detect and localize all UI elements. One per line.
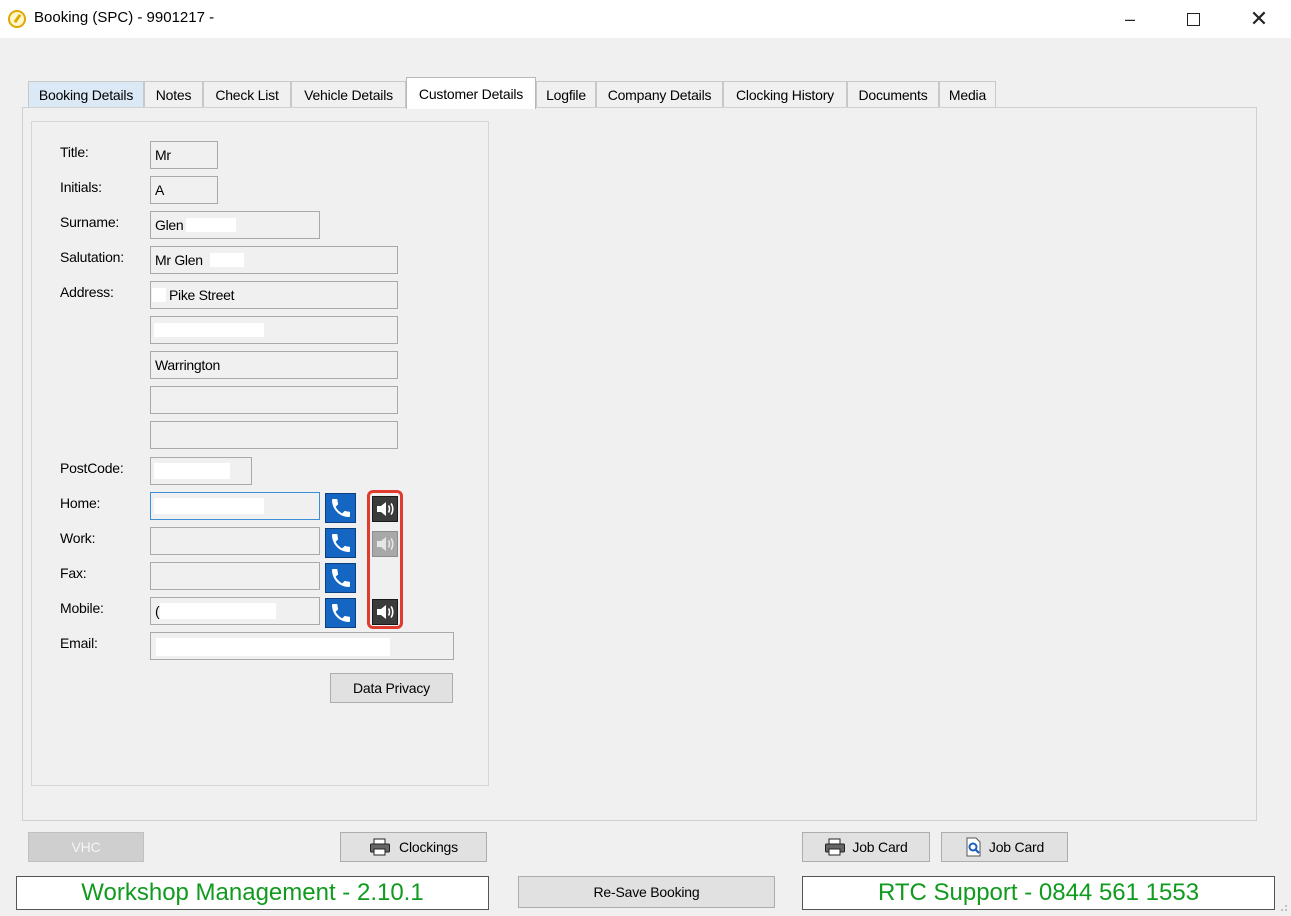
highlight-annotation [367,490,403,629]
postcode-label: PostCode: [60,460,124,476]
close-icon: ✕ [1249,6,1269,31]
address-line-5-field[interactable] [150,421,398,449]
data-privacy-button[interactable]: Data Privacy [330,673,453,703]
address-line-4-field[interactable] [150,386,398,414]
dial-work-button[interactable] [325,528,356,558]
salutation-field[interactable]: Mr Glen [150,246,398,274]
address-line-3-field[interactable]: Warrington [150,351,398,379]
redaction [154,463,230,479]
phone-icon [331,604,350,622]
printer-icon [825,838,846,856]
tab-booking-details[interactable]: Booking Details [28,81,144,108]
clockings-button[interactable]: Clockings [340,832,487,862]
clockings-label: Clockings [399,839,458,855]
tab-clocking-history[interactable]: Clocking History [723,81,847,108]
tab-company-details[interactable]: Company Details [596,81,723,108]
work-phone-field[interactable] [150,527,320,555]
address-line-1-field[interactable]: Pike Street [150,281,398,309]
print-job-card-label: Job Card [852,839,908,855]
vhc-button[interactable]: VHC [28,832,144,862]
resize-grip-icon[interactable] [1278,902,1288,912]
tab-notes[interactable]: Notes [144,81,203,108]
phone-icon [331,499,350,517]
title-field[interactable]: Mr [150,141,218,169]
minimize-button[interactable]: – [1107,0,1153,38]
app-version-status: Workshop Management - 2.10.1 [16,876,489,910]
mobile-label: Mobile: [60,600,104,616]
title-bar: Booking (SPC) - 9901217 - – ✕ [0,0,1291,38]
redaction [160,603,276,619]
dial-mobile-button[interactable] [325,598,356,628]
redaction [154,323,264,337]
maximize-icon [1186,12,1200,26]
tab-customer-details[interactable]: Customer Details [406,77,536,109]
work-label: Work: [60,530,96,546]
dial-fax-button[interactable] [325,563,356,593]
preview-job-card-label: Job Card [988,839,1045,855]
tab-check-list[interactable]: Check List [203,81,291,108]
tab-documents[interactable]: Documents [847,81,939,108]
redaction [186,218,236,232]
tab-vehicle-details[interactable]: Vehicle Details [291,81,406,108]
initials-field[interactable]: A [150,176,218,204]
print-job-card-button[interactable]: Job Card [802,832,930,862]
fax-label: Fax: [60,565,87,581]
email-label: Email: [60,635,98,651]
phone-icon [331,534,350,552]
initials-label: Initials: [60,179,102,195]
phone-icon [331,569,350,587]
maximize-button[interactable] [1170,0,1216,38]
home-label: Home: [60,495,101,511]
dial-home-button[interactable] [325,493,356,523]
window-title: Booking (SPC) - 9901217 - [34,9,215,26]
print-preview-icon [966,837,981,857]
title-label: Title: [60,144,89,160]
app-logo-icon [8,10,26,28]
address-label: Address: [60,284,114,300]
redaction [210,253,244,267]
resave-booking-button[interactable]: Re-Save Booking [518,876,775,908]
redaction [154,498,264,514]
fax-field[interactable] [150,562,320,590]
tab-media[interactable]: Media [939,81,996,108]
tab-logfile[interactable]: Logfile [536,81,596,108]
redaction [156,638,390,656]
close-button[interactable]: ✕ [1236,0,1282,38]
salutation-label: Salutation: [60,249,124,265]
surname-label: Surname: [60,214,120,230]
support-status: RTC Support - 0844 561 1553 [802,876,1275,910]
printer-icon [370,838,391,856]
redaction [152,288,166,302]
minimize-icon: – [1124,8,1135,29]
preview-job-card-button[interactable]: Job Card [941,832,1068,862]
